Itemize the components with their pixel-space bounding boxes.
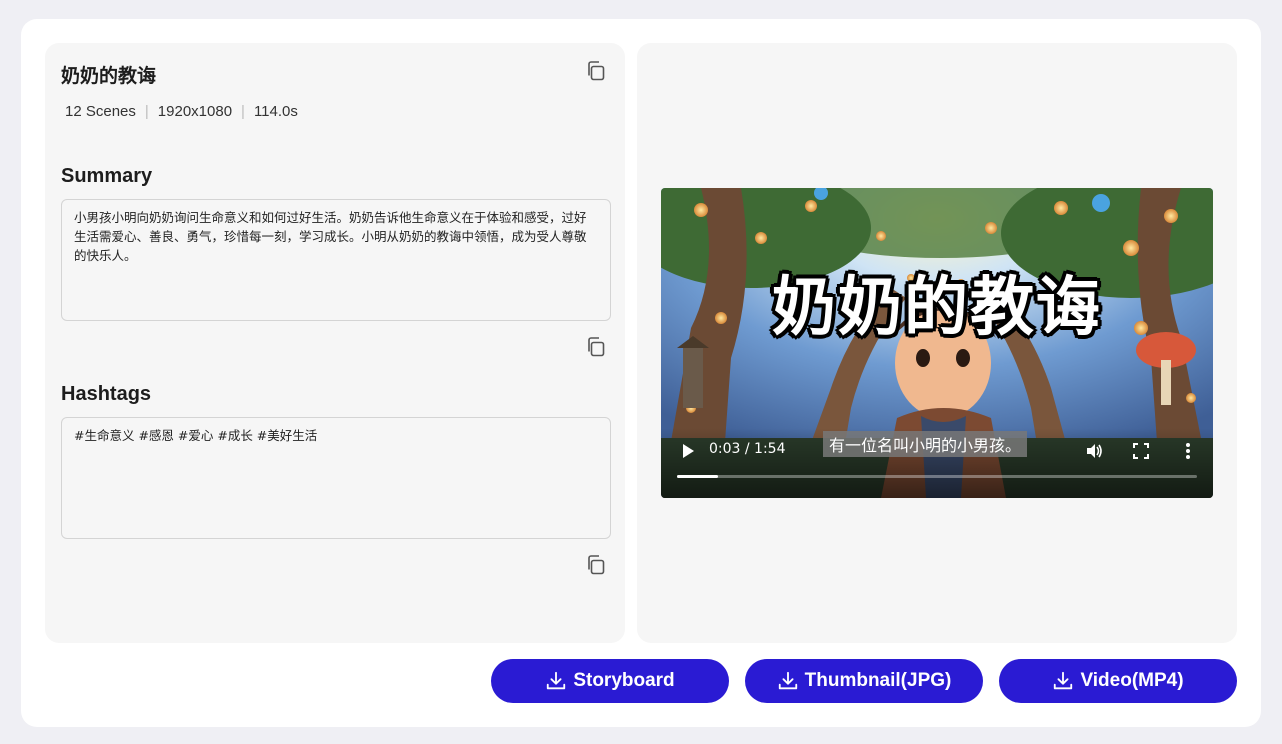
duration: 114.0s: [253, 103, 298, 120]
summary-textarea[interactable]: 小男孩小明向奶奶询问生命意义和如何过好生活。奶奶告诉他生命意义在于体验和感受，过…: [61, 199, 611, 321]
project-meta: 12 Scenes | 1920x1080 | 114.0s: [65, 103, 298, 120]
copy-hashtags-button[interactable]: [584, 553, 608, 577]
download-video-button[interactable]: Video(MP4): [999, 659, 1237, 703]
copy-icon: [588, 61, 605, 81]
play-icon[interactable]: [681, 443, 695, 459]
download-icon: [778, 671, 797, 690]
download-icon: [547, 671, 566, 690]
resolution: 1920x1080: [157, 103, 233, 120]
download-thumbnail-button[interactable]: Thumbnail(JPG): [745, 659, 983, 703]
hashtags-textarea[interactable]: #生命意义 #感恩 #爱心 #成长 #美好生活: [61, 417, 611, 539]
volume-icon[interactable]: [1085, 442, 1103, 460]
copy-title-button[interactable]: [584, 59, 608, 83]
video-player[interactable]: 奶奶的教诲 有一位名叫小明的小男孩。 0:03 / 1:54: [661, 188, 1213, 498]
project-title: 奶奶的教诲: [61, 66, 157, 87]
meta-divider: |: [144, 103, 149, 120]
copy-icon: [588, 337, 605, 357]
video-time: 0:03 / 1:54: [709, 441, 786, 457]
video-progress-fill: [677, 475, 718, 478]
video-overlay-title: 奶奶的教诲: [772, 271, 1102, 345]
fullscreen-icon[interactable]: [1133, 443, 1149, 459]
hashtags-heading: Hashtags: [61, 383, 152, 405]
video-progress-bar[interactable]: [677, 475, 1197, 478]
copy-summary-button[interactable]: [584, 335, 608, 359]
scene-count: 12 Scenes: [65, 103, 136, 120]
meta-divider: |: [241, 103, 245, 120]
main-card: 奶奶的教诲 12 Scenes | 1920x1080 | 114.0s Sum…: [21, 19, 1261, 727]
summary-heading: Summary: [61, 165, 153, 187]
download-storyboard-button[interactable]: Storyboard: [491, 659, 729, 703]
more-options-icon[interactable]: [1185, 442, 1191, 460]
copy-icon: [588, 555, 605, 575]
download-storyboard-label: Storyboard: [573, 670, 675, 691]
download-video-label: Video(MP4): [1080, 670, 1184, 691]
video-subtitle: 有一位名叫小明的小男孩。: [823, 431, 1028, 457]
info-panel: 奶奶的教诲 12 Scenes | 1920x1080 | 114.0s Sum…: [45, 43, 625, 643]
download-icon: [1054, 671, 1073, 690]
download-thumbnail-label: Thumbnail(JPG): [804, 670, 952, 691]
preview-panel: 奶奶的教诲 有一位名叫小明的小男孩。 0:03 / 1:54: [637, 43, 1237, 643]
